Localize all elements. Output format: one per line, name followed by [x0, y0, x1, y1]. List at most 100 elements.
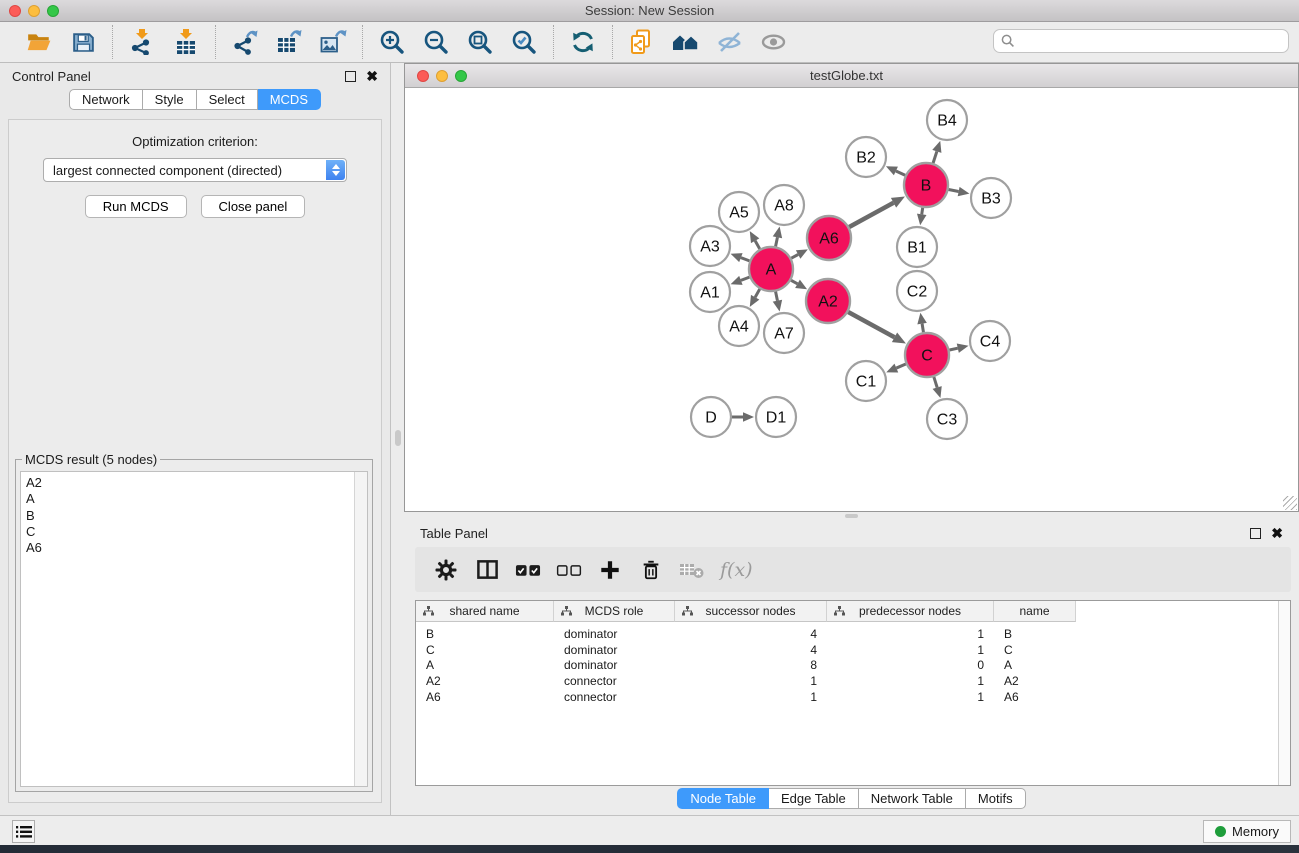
first-neighbors-icon[interactable] [671, 27, 701, 57]
cell[interactable]: dominator [554, 642, 675, 658]
node-table[interactable]: shared nameMCDS rolesuccessor nodesprede… [415, 600, 1291, 786]
close-panel-button[interactable]: Close panel [201, 195, 306, 218]
result-item[interactable]: A2 [26, 475, 367, 491]
task-history-button[interactable] [12, 820, 35, 843]
clone-network-icon[interactable] [627, 27, 657, 57]
edge-A2-C[interactable] [848, 312, 894, 337]
result-item[interactable]: C [26, 524, 367, 540]
edge-A-A3[interactable] [741, 258, 750, 261]
memory-button[interactable]: Memory [1203, 820, 1291, 843]
select-all-icon[interactable] [515, 557, 541, 583]
tab-motifs[interactable]: Motifs [966, 788, 1026, 809]
tab-network-table[interactable]: Network Table [859, 788, 966, 809]
cell[interactable]: A [416, 657, 554, 673]
cell[interactable]: A6 [994, 689, 1076, 705]
show-column-icon[interactable] [474, 557, 500, 583]
cell[interactable]: C [416, 642, 554, 658]
delete-column-icon[interactable] [638, 557, 664, 583]
cell[interactable]: A [994, 657, 1076, 673]
result-item[interactable]: B [26, 508, 367, 524]
float-panel-icon[interactable] [345, 71, 356, 82]
edge-C-C3[interactable] [934, 377, 937, 388]
edge-A-A2[interactable] [791, 280, 797, 284]
tab-edge-table[interactable]: Edge Table [769, 788, 859, 809]
cell[interactable]: 0 [827, 657, 994, 673]
cell[interactable]: 1 [675, 673, 827, 689]
cell[interactable]: 1 [827, 642, 994, 658]
network-canvas[interactable]: B4B2BB3A5A8A6A3B1AA1C2A2A4A7C4CC1DD1C3 [405, 88, 1298, 511]
column-header-predecessor-nodes[interactable]: predecessor nodes [827, 601, 994, 622]
function-builder-icon[interactable]: f(x) [720, 557, 753, 583]
vertical-scroll-thumb[interactable] [395, 430, 401, 446]
tab-style[interactable]: Style [143, 89, 197, 110]
search-input[interactable] [993, 29, 1289, 53]
zoom-fit-icon[interactable] [465, 27, 495, 57]
deselect-all-icon[interactable] [556, 557, 582, 583]
table-close-panel-icon[interactable]: ✖ [1271, 528, 1283, 539]
cell[interactable]: 1 [827, 689, 994, 705]
export-table-icon[interactable] [274, 27, 304, 57]
column-header-name[interactable]: name [994, 601, 1076, 622]
cell[interactable]: 1 [675, 689, 827, 705]
hide-selected-icon[interactable] [715, 27, 745, 57]
edge-B-B1[interactable] [922, 208, 923, 215]
show-all-icon[interactable] [759, 27, 789, 57]
edge-C-C2[interactable] [922, 324, 923, 333]
edge-A-A4[interactable] [755, 289, 760, 297]
cell[interactable]: A6 [416, 689, 554, 705]
table-scrollbar[interactable] [1278, 601, 1290, 785]
cell[interactable]: B [416, 626, 554, 642]
edge-C-C4[interactable] [949, 348, 957, 350]
cell[interactable]: 8 [675, 657, 827, 673]
import-network-icon[interactable] [127, 27, 157, 57]
minimize-window-button[interactable] [28, 5, 40, 17]
cell[interactable]: connector [554, 673, 675, 689]
cell[interactable]: A2 [994, 673, 1076, 689]
save-session-icon[interactable] [68, 27, 98, 57]
table-options-icon[interactable] [433, 557, 459, 583]
edge-B-B3[interactable] [949, 190, 959, 192]
edge-A-A6[interactable] [791, 254, 798, 258]
network-graph[interactable]: B4B2BB3A5A8A6A3B1AA1C2A2A4A7C4CC1DD1C3 [405, 88, 1298, 511]
run-mcds-button[interactable]: Run MCDS [85, 195, 187, 218]
network-window-titlebar[interactable]: testGlobe.txt [405, 64, 1298, 88]
horizontal-scroll-thumb[interactable] [845, 514, 858, 518]
edge-A6-B[interactable] [849, 203, 893, 227]
tab-mcds[interactable]: MCDS [258, 89, 321, 110]
edge-B-B4[interactable] [933, 151, 937, 163]
column-header-shared-name[interactable]: shared name [416, 601, 554, 622]
edge-A-A7[interactable] [776, 292, 778, 301]
cell[interactable]: 4 [675, 642, 827, 658]
table-float-panel-icon[interactable] [1250, 528, 1261, 539]
cell[interactable]: 1 [827, 673, 994, 689]
import-table-icon[interactable] [171, 27, 201, 57]
cell[interactable]: C [994, 642, 1076, 658]
cell[interactable]: 4 [675, 626, 827, 642]
table-row-A2[interactable]: A2connector11A2 [416, 673, 1076, 689]
cell[interactable]: A2 [416, 673, 554, 689]
zoom-selected-icon[interactable] [509, 27, 539, 57]
edge-B-B2[interactable] [896, 171, 905, 175]
result-scrollbar[interactable] [354, 472, 367, 786]
export-network-icon[interactable] [230, 27, 260, 57]
close-panel-icon[interactable]: ✖ [366, 71, 378, 82]
resize-grip[interactable] [1283, 496, 1297, 510]
table-row-B[interactable]: Bdominator41B [416, 626, 1076, 642]
zoom-in-icon[interactable] [377, 27, 407, 57]
column-header-MCDS-role[interactable]: MCDS role [554, 601, 675, 622]
edge-A-A1[interactable] [741, 277, 750, 280]
refresh-view-icon[interactable] [568, 27, 598, 57]
close-window-button[interactable] [9, 5, 21, 17]
table-row-A6[interactable]: A6connector11A6 [416, 689, 1076, 705]
zoom-window-button[interactable] [47, 5, 59, 17]
open-session-icon[interactable] [24, 27, 54, 57]
edge-C-C1[interactable] [896, 364, 905, 368]
cell[interactable]: connector [554, 689, 675, 705]
tab-node-table[interactable]: Node Table [677, 788, 769, 809]
cell[interactable]: dominator [554, 657, 675, 673]
cell[interactable]: B [994, 626, 1076, 642]
table-row-C[interactable]: Cdominator41C [416, 642, 1076, 658]
edge-A-A8[interactable] [776, 237, 778, 246]
cell[interactable]: dominator [554, 626, 675, 642]
cell[interactable]: 1 [827, 626, 994, 642]
